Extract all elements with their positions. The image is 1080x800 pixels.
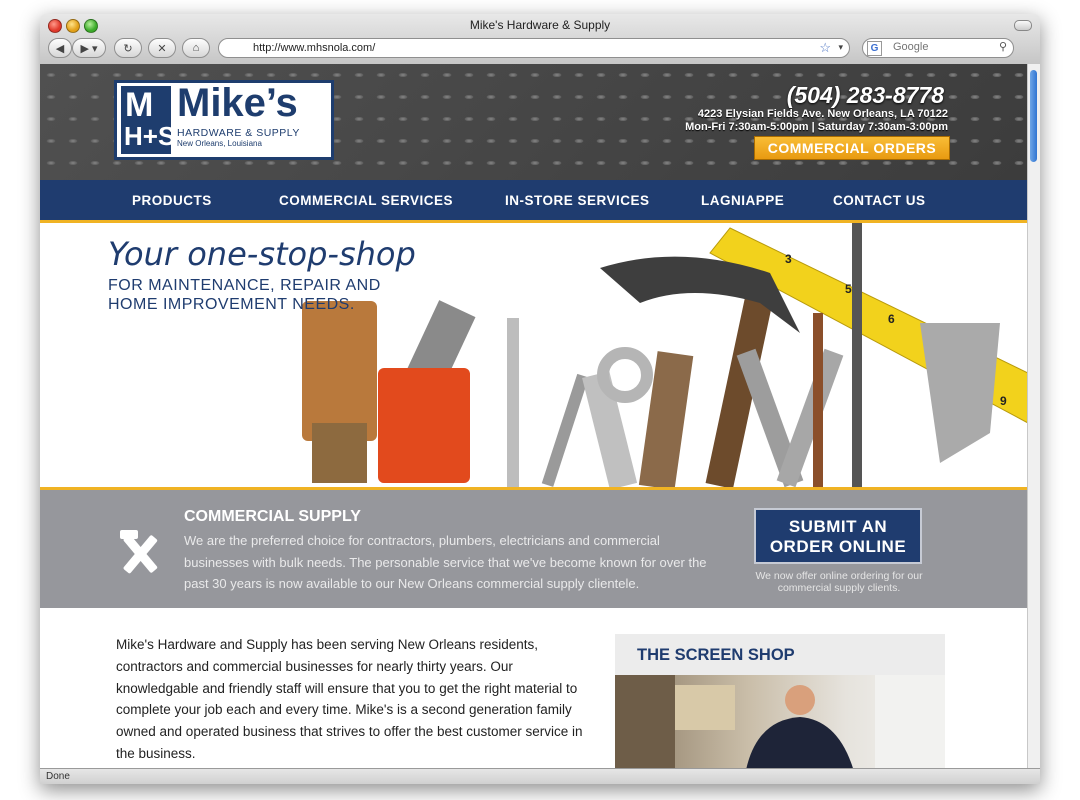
back-button[interactable]: ◀ xyxy=(48,38,72,58)
search-field[interactable]: G ⚲ xyxy=(862,38,1014,58)
nav-item-contact-us[interactable]: CONTACT US xyxy=(833,193,926,208)
screen-shop-title: THE SCREEN SHOP xyxy=(637,646,795,664)
store-address: 4223 Elysian Fields Ave. New Orleans, LA… xyxy=(697,108,948,120)
browser-window: Mike's Hardware & Supply ◀ ▶ ▾ ↻ ✕ ⌂ htt… xyxy=(40,14,1040,784)
chevron-down-icon[interactable]: ▾ xyxy=(838,42,843,53)
worker-photo xyxy=(615,675,945,768)
logo-name: Mike’s xyxy=(177,81,298,125)
svg-text:9: 9 xyxy=(1000,394,1007,408)
store-hours: Mon-Fri 7:30am-5:00pm | Saturday 7:30am-… xyxy=(685,121,948,133)
nav-item-lagniappe[interactable]: LAGNIAPPE xyxy=(701,193,784,208)
home-icon: ⌂ xyxy=(192,42,200,54)
nav-item-commercial-services[interactable]: COMMERCIAL SERVICES xyxy=(279,193,453,208)
vertical-scrollbar[interactable] xyxy=(1027,64,1040,768)
intro-text: Mike's Hardware and Supply has been serv… xyxy=(116,637,583,761)
screen-shop-card[interactable]: THE SCREEN SHOP xyxy=(615,634,945,768)
toolbar-toggle-button[interactable] xyxy=(1014,20,1032,31)
forward-icon: ▶ ▾ xyxy=(80,42,98,55)
search-input[interactable] xyxy=(893,41,993,53)
browser-toolbar: ◀ ▶ ▾ ↻ ✕ ⌂ http://www.mhsnola.com/ ☆ ▾ … xyxy=(40,36,1040,66)
nav-item-products[interactable]: PRODUCTS xyxy=(132,193,212,208)
svg-text:3: 3 xyxy=(785,252,792,266)
star-icon[interactable]: ☆ xyxy=(819,40,831,56)
phone-number: (504) 283-8778 xyxy=(786,82,944,108)
submit-order-button[interactable]: SUBMIT AN ORDER ONLINE xyxy=(754,508,922,564)
svg-text:6: 6 xyxy=(888,312,895,326)
submit-order-note: We now offer online ordering for our com… xyxy=(755,570,923,594)
home-button[interactable]: ⌂ xyxy=(182,38,210,58)
hero-title: Your one-stop-shop xyxy=(108,235,416,273)
logo-mark: M H+S xyxy=(121,86,175,154)
logo-location: New Orleans, Louisiana xyxy=(177,139,262,148)
commercial-supply-text: We are the preferred choice for contract… xyxy=(184,533,707,591)
tools-icon xyxy=(120,530,158,574)
commercial-orders-button[interactable]: COMMERCIAL ORDERS xyxy=(754,136,950,160)
scrollbar-thumb[interactable] xyxy=(1030,70,1037,162)
address-bar[interactable]: http://www.mhsnola.com/ ☆ ▾ xyxy=(218,38,850,58)
svg-text:5: 5 xyxy=(845,282,852,296)
site-header: M H+S Mike’s HARDWARE & SUPPLY New Orlea… xyxy=(40,64,1028,180)
window-title: Mike's Hardware & Supply xyxy=(469,18,611,32)
hero-banner: 356789 xyxy=(40,223,1028,487)
stop-icon: ✕ xyxy=(157,42,167,55)
logo-subtitle: HARDWARE & SUPPLY xyxy=(177,127,300,139)
stop-button[interactable]: ✕ xyxy=(148,38,176,58)
forward-button[interactable]: ▶ ▾ xyxy=(72,38,106,58)
status-text: Done xyxy=(46,771,70,782)
main-nav: PRODUCTS COMMERCIAL SERVICES IN-STORE SE… xyxy=(40,180,1028,223)
nav-item-in-store-services[interactable]: IN-STORE SERVICES xyxy=(505,193,650,208)
search-engine-icon[interactable]: G xyxy=(867,41,882,56)
url-text: http://www.mhsnola.com/ xyxy=(253,42,376,54)
screen-shop-photo xyxy=(615,675,945,768)
site-logo[interactable]: M H+S Mike’s HARDWARE & SUPPLY New Orlea… xyxy=(114,80,334,160)
reload-icon: ↻ xyxy=(123,42,133,55)
commercial-supply-section: COMMERCIAL SUPPLY We are the preferred c… xyxy=(40,490,1028,608)
hero-subtitle: FOR MAINTENANCE, REPAIR AND HOME IMPROVE… xyxy=(108,277,381,313)
back-icon: ◀ xyxy=(55,42,65,55)
commercial-supply-title: COMMERCIAL SUPPLY xyxy=(184,508,361,525)
page-viewport: M H+S Mike’s HARDWARE & SUPPLY New Orlea… xyxy=(40,64,1028,768)
status-bar: Done xyxy=(40,768,1040,784)
logo-mark-hs: H+S xyxy=(124,121,176,151)
logo-mark-m: M xyxy=(125,86,154,124)
search-icon[interactable]: ⚲ xyxy=(999,40,1007,53)
reload-button[interactable]: ↻ xyxy=(114,38,142,58)
